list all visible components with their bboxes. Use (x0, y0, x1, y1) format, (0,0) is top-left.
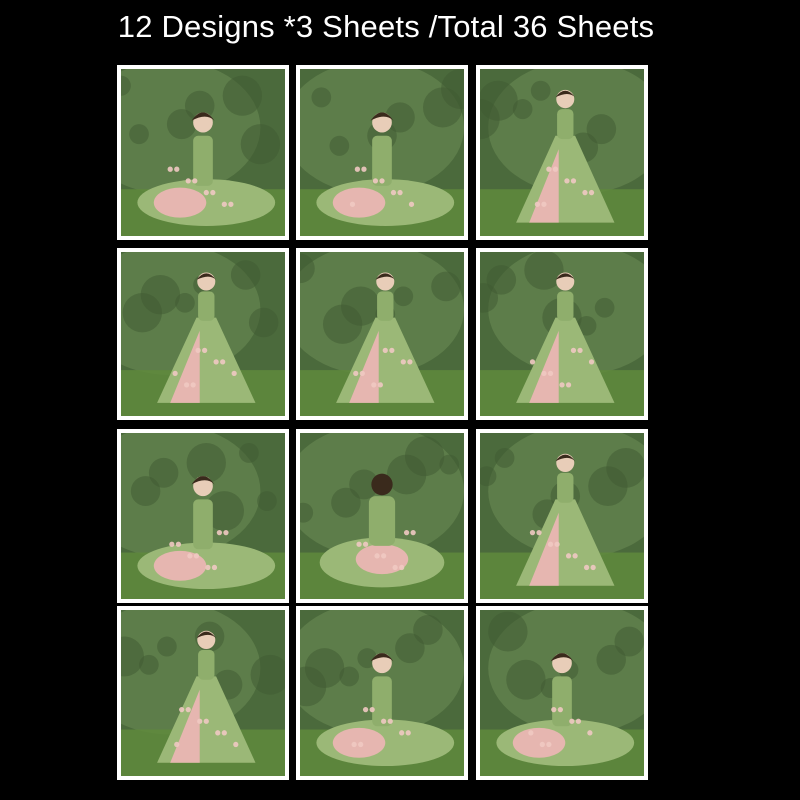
lady-standing-floral-gown-icon (300, 252, 464, 416)
design-sheet-card (296, 248, 468, 420)
design-sheet-card (117, 606, 289, 780)
lady-standing-floral-gown-icon (480, 69, 644, 236)
design-sheet-grid (0, 0, 800, 800)
design-sheet-card (476, 65, 648, 240)
lady-standing-floral-gown-icon (480, 252, 644, 416)
design-sheet-card (296, 606, 468, 780)
lady-seated-floral-gown-icon (121, 433, 285, 599)
lady-seated-floral-gown-icon (121, 69, 285, 236)
lady-seated-floral-gown-icon (480, 610, 644, 776)
design-sheet-card (476, 248, 648, 420)
design-sheet-card (117, 429, 289, 603)
lady-standing-floral-gown-icon (480, 433, 644, 599)
lady-standing-floral-gown-icon (121, 252, 285, 416)
design-sheet-card (117, 65, 289, 240)
lady-seated-floral-gown-icon (300, 610, 464, 776)
lady-seated-floral-gown-icon (300, 69, 464, 236)
design-sheet-card (476, 606, 648, 780)
design-sheet-card (296, 429, 468, 603)
design-sheet-card (476, 429, 648, 603)
lady-standing-floral-gown-icon (121, 610, 285, 776)
design-sheet-card (296, 65, 468, 240)
design-sheet-card (117, 248, 289, 420)
lady-seated-back-view-gown-icon (300, 433, 464, 599)
